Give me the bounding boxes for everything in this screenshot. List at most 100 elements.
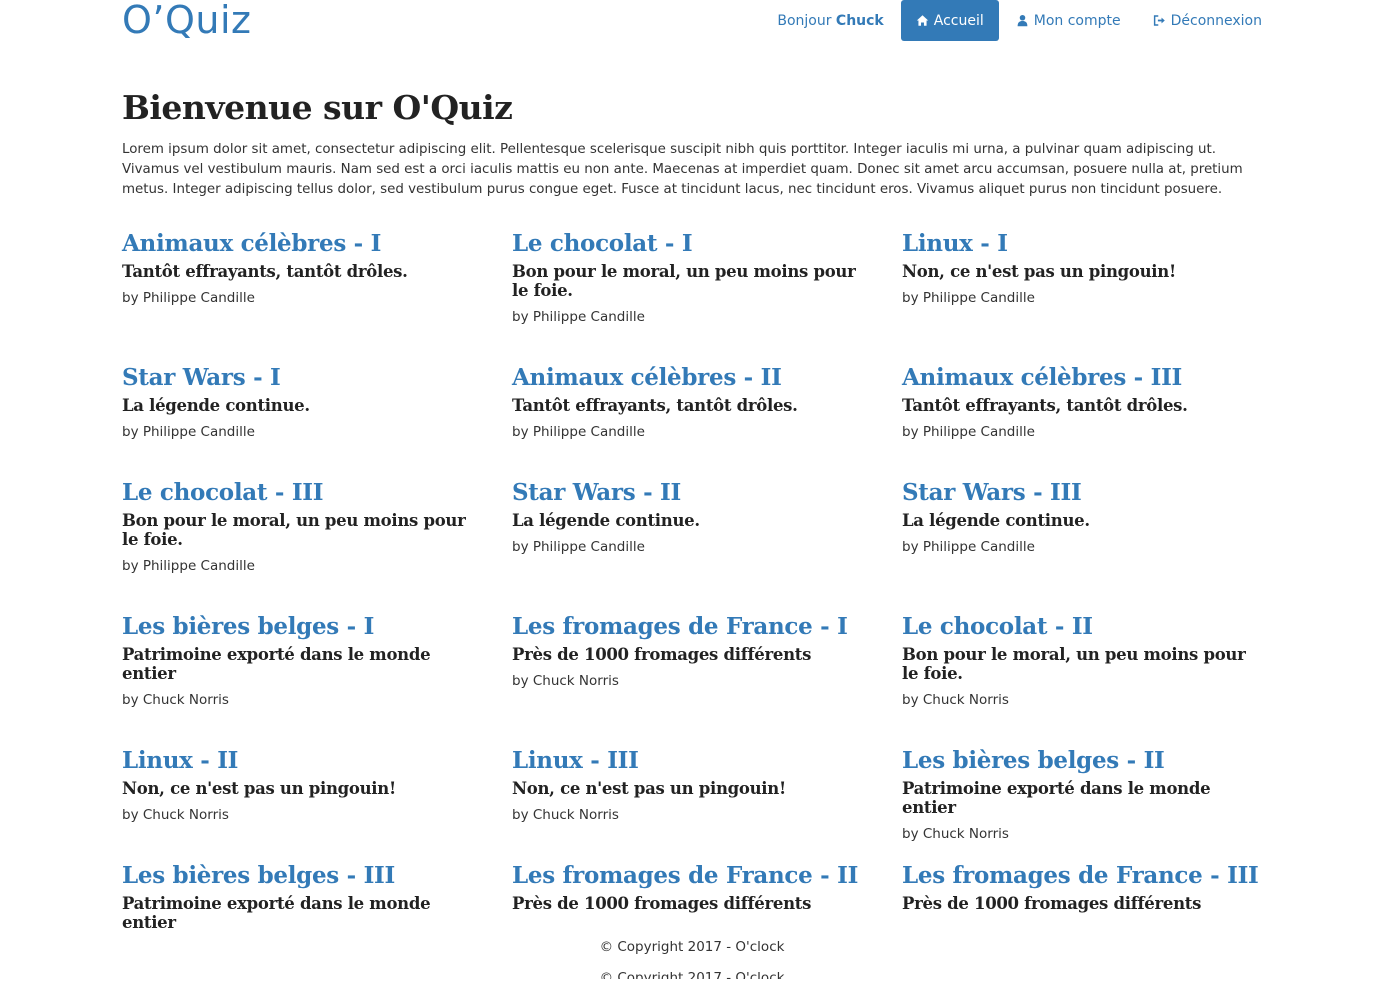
home-icon: [916, 14, 929, 27]
quiz-card: Les bières belges - I Patrimoine exporté …: [122, 612, 482, 709]
nav-home-link[interactable]: Accueil: [900, 0, 999, 41]
quiz-title: Le chocolat - I: [512, 229, 872, 259]
nav-account-label: Mon compte: [1033, 12, 1121, 29]
quiz-subtitle: Près de 1000 fromages différents: [512, 894, 812, 913]
quiz-card: Linux - II Non, ce n'est pas un pingouin!…: [122, 746, 482, 824]
quiz-title-link[interactable]: Star Wars - III: [902, 479, 1082, 506]
quiz-title-link[interactable]: Le chocolat - III: [122, 479, 324, 506]
quiz-author: by Philippe Candille: [122, 424, 255, 440]
user-icon: [1016, 14, 1029, 27]
quiz-title-link[interactable]: Animaux célèbres - III: [902, 364, 1182, 391]
quiz-subtitle: Près de 1000 fromages différents: [512, 645, 812, 664]
quiz-title-link[interactable]: Animaux célèbres - I: [122, 230, 381, 257]
page-title: Bienvenue sur O'Quiz: [122, 88, 513, 127]
quiz-title: Linux - I: [902, 229, 1262, 259]
quiz-title-link[interactable]: Star Wars - II: [512, 479, 681, 506]
quiz-title-link[interactable]: Les bières belges - I: [122, 613, 374, 640]
quiz-author: by Chuck Norris: [512, 807, 619, 823]
quiz-subtitle: Tantôt effrayants, tantôt drôles.: [902, 396, 1188, 415]
quiz-subtitle: Non, ce n'est pas un pingouin!: [902, 262, 1176, 281]
quiz-author: by Philippe Candille: [122, 290, 255, 306]
quiz-subtitle: Bon pour le moral, un peu moins pour le …: [512, 262, 856, 300]
nav-account-link[interactable]: Mon compte: [1016, 13, 1121, 29]
quiz-author: by Philippe Candille: [122, 558, 255, 574]
quiz-author: by Chuck Norris: [122, 692, 229, 708]
quiz-title-link[interactable]: Le chocolat - I: [512, 230, 693, 257]
quiz-title: Star Wars - II: [512, 478, 872, 508]
nav-logout-link[interactable]: Déconnexion: [1153, 13, 1262, 29]
quiz-subtitle: La légende continue.: [122, 396, 310, 415]
quiz-subtitle: Non, ce n'est pas un pingouin!: [512, 779, 786, 798]
quiz-title: Les bières belges - II: [902, 746, 1262, 776]
quiz-title-link[interactable]: Animaux célèbres - II: [512, 364, 782, 391]
quiz-subtitle: Tantôt effrayants, tantôt drôles.: [512, 396, 798, 415]
quiz-card: Animaux célèbres - II Tantôt effrayants, …: [512, 363, 872, 441]
quiz-card: Star Wars - II La légende continue. by Phi…: [512, 478, 872, 556]
quiz-card: Star Wars - III La légende continue. by Ph…: [902, 478, 1262, 556]
quiz-author: by Chuck Norris: [512, 673, 619, 689]
quiz-subtitle: Tantôt effrayants, tantôt drôles.: [122, 262, 408, 281]
quiz-subtitle: La légende continue.: [512, 511, 700, 530]
brand-logo[interactable]: O’Quiz: [122, 0, 252, 42]
quiz-title: Star Wars - III: [902, 478, 1262, 508]
quiz-title: Le chocolat - III: [122, 478, 482, 508]
greeting-prefix: Bonjour: [777, 12, 836, 29]
quiz-title: Animaux célèbres - I: [122, 229, 482, 259]
quiz-title-link[interactable]: Star Wars - I: [122, 364, 281, 391]
quiz-card: Le chocolat - II Bon pour le moral, un pe…: [902, 612, 1262, 709]
quiz-subtitle: Non, ce n'est pas un pingouin!: [122, 779, 396, 798]
quiz-title: Le chocolat - II: [902, 612, 1262, 642]
quiz-title-link[interactable]: Linux - III: [512, 747, 639, 774]
quiz-title: Linux - III: [512, 746, 872, 776]
nav-logout-label: Déconnexion: [1170, 12, 1262, 29]
quiz-title-link[interactable]: Le chocolat - II: [902, 613, 1093, 640]
quiz-card: Les bières belges - II Patrimoine exporté…: [902, 746, 1262, 843]
quiz-card: Animaux célèbres - I Tantôt effrayants, t…: [122, 229, 482, 307]
quiz-title: Animaux célèbres - II: [512, 363, 872, 393]
quiz-card: Les fromages de France - III Près de 1000…: [902, 861, 1262, 913]
quiz-subtitle: Patrimoine exporté dans le monde entier: [122, 894, 431, 932]
quiz-author: by Chuck Norris: [902, 826, 1009, 842]
quiz-author: by Philippe Candille: [902, 539, 1035, 555]
quiz-title-link[interactable]: Les bières belges - II: [902, 747, 1165, 774]
quiz-title: Animaux célèbres - III: [902, 363, 1262, 393]
quiz-title-link[interactable]: Les fromages de France - I: [512, 613, 848, 640]
quiz-subtitle: Près de 1000 fromages différents: [902, 894, 1202, 913]
quiz-subtitle: Patrimoine exporté dans le monde entier: [122, 645, 431, 683]
sign-out-icon: [1153, 14, 1166, 27]
greeting: Bonjour Chuck: [777, 13, 883, 29]
quiz-title: Les fromages de France - I: [512, 612, 872, 642]
quiz-card: Les fromages de France - II Près de 1000 …: [512, 861, 872, 913]
quiz-subtitle: La légende continue.: [902, 511, 1090, 530]
quiz-title: Linux - II: [122, 746, 482, 776]
quiz-author: by Philippe Candille: [512, 309, 645, 325]
quiz-card: Linux - I Non, ce n'est pas un pingouin! b…: [902, 229, 1262, 307]
quiz-author: by Philippe Candille: [512, 424, 645, 440]
footer-copyright-duplicate: © Copyright 2017 - O'clock: [599, 970, 785, 979]
quiz-author: by Philippe Candille: [902, 290, 1035, 306]
quiz-author: by Chuck Norris: [122, 807, 229, 823]
quiz-title: Les fromages de France - III: [902, 861, 1262, 891]
intro-text: Lorem ipsum dolor sit amet, consectetur …: [122, 142, 1243, 197]
quiz-title-link[interactable]: Linux - II: [122, 747, 238, 774]
quiz-subtitle: Bon pour le moral, un peu moins pour le …: [122, 511, 466, 549]
quiz-title-link[interactable]: Linux - I: [902, 230, 1008, 257]
quiz-subtitle: Patrimoine exporté dans le monde entier: [902, 779, 1211, 817]
quiz-title-link[interactable]: Les bières belges - III: [122, 862, 395, 889]
quiz-title: Les bières belges - III: [122, 861, 482, 891]
quiz-card: Le chocolat - III Bon pour le moral, un p…: [122, 478, 482, 575]
quiz-card: Les fromages de France - I Près de 1000 f…: [512, 612, 872, 690]
quiz-title-link[interactable]: Les fromages de France - II: [512, 862, 858, 889]
quiz-card: Star Wars - I La légende continue. by Phil…: [122, 363, 482, 441]
quiz-card: Le chocolat - I Bon pour le moral, un peu…: [512, 229, 872, 326]
top-navigation: Bonjour Chuck Accueil Mon compte Déconne…: [777, 0, 1262, 41]
quiz-title: Star Wars - I: [122, 363, 482, 393]
quiz-title-link[interactable]: Les fromages de France - III: [902, 862, 1259, 889]
nav-home-label: Accueil: [933, 12, 984, 29]
quiz-author: by Philippe Candille: [902, 424, 1035, 440]
quiz-card: Les bières belges - III Patrimoine export…: [122, 861, 482, 932]
quiz-card: Linux - III Non, ce n'est pas un pingouin…: [512, 746, 872, 824]
quiz-card: Animaux célèbres - III Tantôt effrayants,…: [902, 363, 1262, 441]
quiz-author: by Philippe Candille: [512, 539, 645, 555]
quiz-author: by Chuck Norris: [902, 692, 1009, 708]
